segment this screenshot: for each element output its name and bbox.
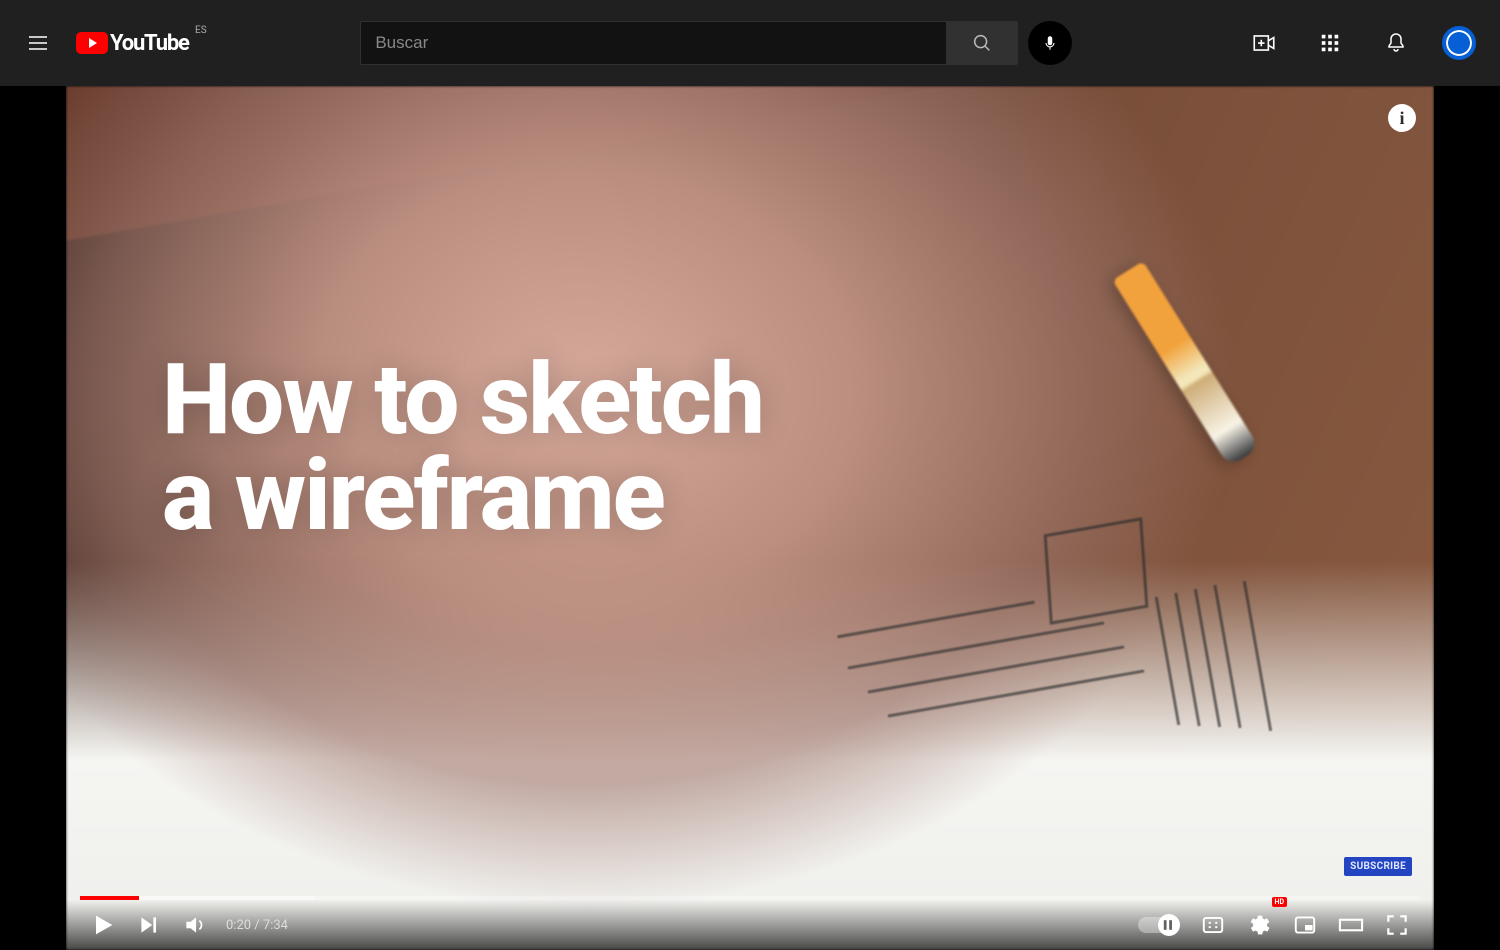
info-card-button[interactable]: i	[1388, 104, 1416, 132]
current-time: 0:20	[226, 918, 251, 933]
topbar-center	[189, 21, 1244, 65]
youtube-play-icon	[76, 32, 108, 54]
time-separator: /	[251, 918, 263, 933]
language-code: ES	[195, 25, 207, 36]
subscribe-overlay-button[interactable]: SUBSCRIBE	[1344, 857, 1412, 876]
menu-button[interactable]	[18, 23, 58, 63]
video-player[interactable]: How to sketch a wireframe i SUBSCRIBE 0:…	[66, 86, 1434, 950]
video-frame-sketch	[786, 556, 1346, 816]
captions-icon	[1200, 912, 1226, 938]
voice-search-button[interactable]	[1028, 21, 1072, 65]
fullscreen-button[interactable]	[1374, 902, 1420, 948]
miniplayer-button[interactable]	[1282, 902, 1328, 948]
microphone-icon	[1041, 34, 1059, 52]
theater-icon	[1337, 911, 1365, 939]
volume-button[interactable]	[172, 902, 218, 948]
topbar: YouTube ES	[0, 0, 1500, 86]
fullscreen-icon	[1384, 912, 1410, 938]
search-icon	[971, 32, 993, 54]
video-overlay-title-line2: a wireframe	[162, 448, 763, 544]
search-input[interactable]	[375, 33, 932, 53]
next-icon	[136, 912, 162, 938]
time-display: 0:20 / 7:34	[226, 918, 288, 933]
subtitles-button[interactable]	[1190, 902, 1236, 948]
play-button[interactable]	[80, 902, 126, 948]
apps-button[interactable]	[1310, 23, 1350, 63]
play-icon	[89, 911, 117, 939]
player-controls: 0:20 / 7:34 HD	[66, 900, 1434, 950]
search-button[interactable]	[946, 21, 1018, 65]
bell-icon	[1384, 31, 1408, 55]
gear-icon	[1246, 912, 1272, 938]
create-video-icon	[1251, 30, 1277, 56]
duration: 7:34	[263, 918, 288, 933]
create-button[interactable]	[1244, 23, 1284, 63]
info-icon: i	[1399, 108, 1404, 129]
topbar-right	[1244, 23, 1476, 63]
hd-badge: HD	[1272, 897, 1288, 907]
volume-icon	[182, 912, 208, 938]
next-button[interactable]	[126, 902, 172, 948]
video-shell: How to sketch a wireframe i SUBSCRIBE 0:…	[0, 86, 1500, 950]
theater-mode-button[interactable]	[1328, 902, 1374, 948]
video-overlay-title-line1: How to sketch	[162, 352, 763, 448]
hamburger-icon	[26, 31, 50, 55]
autoplay-toggle[interactable]	[1138, 917, 1178, 933]
autoplay-pause-icon	[1161, 919, 1175, 931]
apps-grid-icon	[1319, 32, 1341, 54]
account-avatar[interactable]	[1442, 26, 1476, 60]
youtube-wordmark: YouTube	[110, 31, 189, 56]
youtube-logo[interactable]: YouTube ES	[76, 31, 189, 56]
search-container	[360, 21, 1072, 65]
search-box[interactable]	[360, 21, 946, 65]
settings-button[interactable]: HD	[1236, 902, 1282, 948]
miniplayer-icon	[1292, 912, 1318, 938]
topbar-left: YouTube ES	[18, 23, 189, 63]
notifications-button[interactable]	[1376, 23, 1416, 63]
video-overlay-title: How to sketch a wireframe	[162, 352, 763, 544]
